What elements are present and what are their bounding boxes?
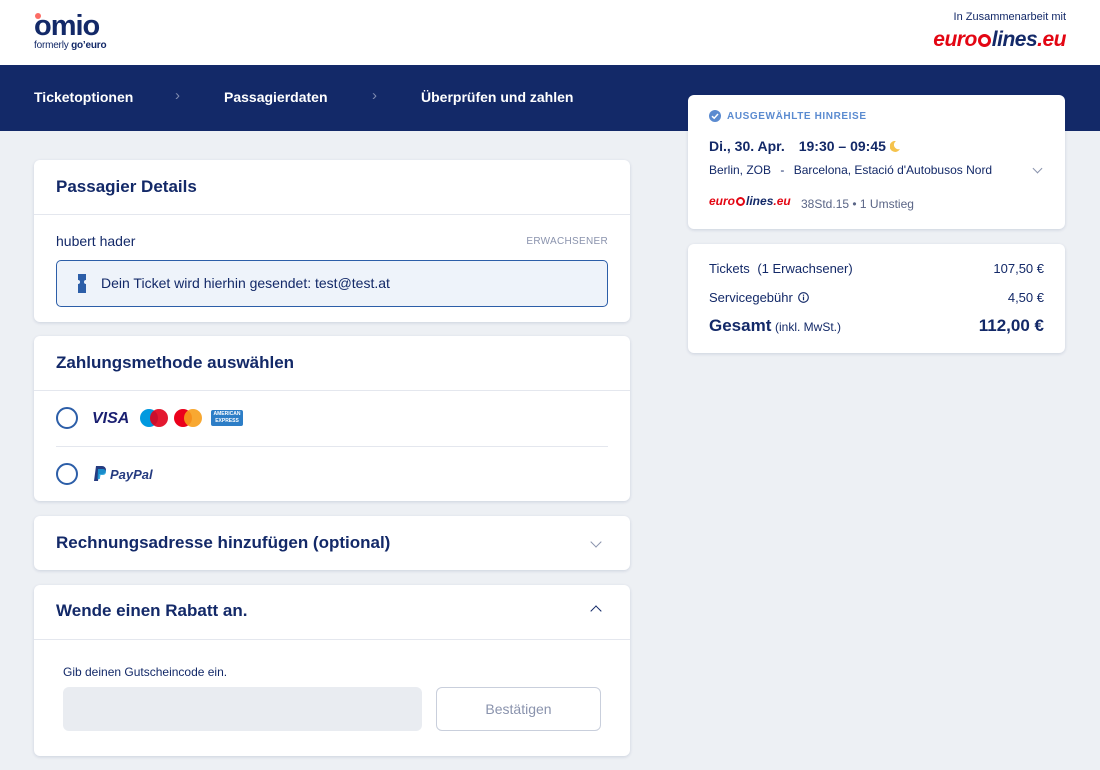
- payment-method-title: Zahlungsmethode auswählen: [56, 353, 295, 372]
- billing-address-title: Rechnungsadresse hinzufügen (optional): [56, 533, 391, 552]
- divider: [34, 639, 630, 640]
- discount-title: Wende einen Rabatt an.: [56, 601, 248, 620]
- price-summary-card: Tickets (1 Erwachsener) 107,50 € Service…: [688, 244, 1065, 353]
- chevron-right-icon: ›: [175, 87, 180, 104]
- omio-logo[interactable]: omio formerly go’euro: [34, 10, 107, 52]
- selected-trip-badge: AUSGEWÄHLTE HINREISE: [709, 110, 867, 122]
- info-icon[interactable]: [797, 292, 809, 303]
- total-label-group: Gesamt (inkl. MwSt.): [709, 316, 841, 336]
- tickets-count: (1 Erwachsener): [757, 261, 853, 276]
- ticket-delivery-info: Dein Ticket wird hierhin gesendet: test@…: [56, 260, 608, 307]
- ticket-icon: [78, 274, 86, 293]
- divider: [34, 214, 630, 215]
- trip-date: Di., 30. Apr.: [709, 138, 785, 154]
- divider: [34, 390, 630, 391]
- discount-card: Wende einen Rabatt an. Gib deinen Gutsch…: [34, 585, 630, 756]
- amex-logo: AMERICAN EXPRESS: [211, 410, 243, 426]
- trip-duration-transfers: 38Std.15 • 1 Umstieg: [801, 197, 914, 211]
- passenger-name: hubert hader: [56, 233, 136, 249]
- service-fee-price: 4,50 €: [1007, 290, 1044, 305]
- confirm-voucher-button[interactable]: Bestätigen: [436, 687, 601, 731]
- selected-trip-card: AUSGEWÄHLTE HINREISE Di., 30. Apr. 19:30…: [688, 95, 1065, 229]
- paypal-logo: PayPal: [110, 467, 153, 482]
- chevron-down-icon[interactable]: [1032, 163, 1043, 174]
- voucher-input-label: Gib deinen Gutscheincode ein.: [63, 665, 228, 679]
- passenger-details-card: Passagier Details hubert hader ERWACHSEN…: [34, 160, 630, 322]
- total-tax-note: (inkl. MwSt.): [775, 320, 841, 334]
- chevron-down-icon[interactable]: [590, 536, 602, 548]
- omio-wordmark: omio: [34, 10, 106, 42]
- total-price-row: Gesamt (inkl. MwSt.) 112,00 €: [709, 316, 1044, 336]
- passenger-type-label: ERWACHSENER: [526, 236, 608, 247]
- total-price: 112,00 €: [978, 316, 1044, 335]
- step-passenger-data[interactable]: Passagierdaten: [224, 89, 328, 105]
- paypal-payment-radio[interactable]: [56, 463, 78, 485]
- total-label: Gesamt: [709, 316, 772, 335]
- voucher-code-input[interactable]: [63, 687, 422, 731]
- trip-date-time: Di., 30. Apr. 19:30 – 09:45: [709, 138, 900, 154]
- service-fee-row: Servicegebühr 4,50 €: [709, 290, 1044, 305]
- trip-route-to: Barcelona, Estació d'Autobusos Nord: [793, 163, 993, 177]
- trip-route-from: Berlin, ZOB: [709, 163, 772, 177]
- trip-route: Berlin, ZOB - Barcelona, Estació d'Autob…: [709, 163, 992, 177]
- confirm-voucher-label: Bestätigen: [485, 701, 552, 717]
- moon-icon: [889, 140, 900, 152]
- eurolines-logo-euro: euro: [933, 28, 977, 51]
- step-ticket-options[interactable]: Ticketoptionen: [34, 89, 133, 105]
- chevron-right-icon: ›: [372, 87, 377, 104]
- card-payment-radio[interactable]: [56, 407, 78, 429]
- visa-logo: VISA: [92, 410, 130, 427]
- payment-method-card: Zahlungsmethode auswählen VISA AMERICAN …: [34, 336, 630, 501]
- omio-logo-text: omio: [34, 10, 100, 42]
- selected-trip-badge-label: AUSGEWÄHLTE HINREISE: [727, 110, 867, 122]
- maestro-logo: [140, 409, 168, 427]
- tickets-label: Tickets: [709, 261, 750, 276]
- trip-route-separator: -: [780, 163, 785, 177]
- eurolines-ring-icon: [975, 30, 994, 50]
- tickets-label-group: Tickets (1 Erwachsener): [709, 261, 853, 276]
- eurolines-logo: euro lines .eu: [933, 28, 1066, 52]
- service-fee-label-group: Servicegebühr: [709, 290, 809, 305]
- trip-time: 19:30 – 09:45: [798, 138, 886, 154]
- eurolines-carrier-logo: euro lines .eu: [709, 194, 791, 208]
- partner-block: In Zusammenarbeit mit euro lines .eu: [933, 11, 1066, 52]
- top-header: omio formerly go’euro In Zusammenarbeit …: [0, 0, 1100, 65]
- paypal-icon: [94, 466, 106, 481]
- divider: [56, 446, 608, 447]
- billing-address-card[interactable]: Rechnungsadresse hinzufügen (optional): [34, 516, 630, 570]
- partner-label: In Zusammenarbeit mit: [953, 11, 1066, 23]
- step-review-pay: Überprüfen und zahlen: [421, 89, 574, 105]
- eurolines-logo-lines: lines: [991, 28, 1038, 51]
- ticket-delivery-text: Dein Ticket wird hierhin gesendet: test@…: [101, 275, 390, 291]
- tickets-price: 107,50 €: [993, 261, 1044, 276]
- mastercard-logo: [174, 409, 202, 427]
- passenger-details-title: Passagier Details: [56, 177, 197, 196]
- chevron-up-icon[interactable]: [590, 605, 602, 617]
- check-circle-icon: [709, 110, 721, 122]
- eurolines-logo-tld: .eu: [1037, 28, 1066, 51]
- service-fee-label: Servicegebühr: [709, 290, 793, 305]
- paypal-label: PayPal: [110, 467, 153, 482]
- tickets-price-row: Tickets (1 Erwachsener) 107,50 €: [709, 261, 1044, 276]
- logo-dot-icon: [35, 13, 41, 19]
